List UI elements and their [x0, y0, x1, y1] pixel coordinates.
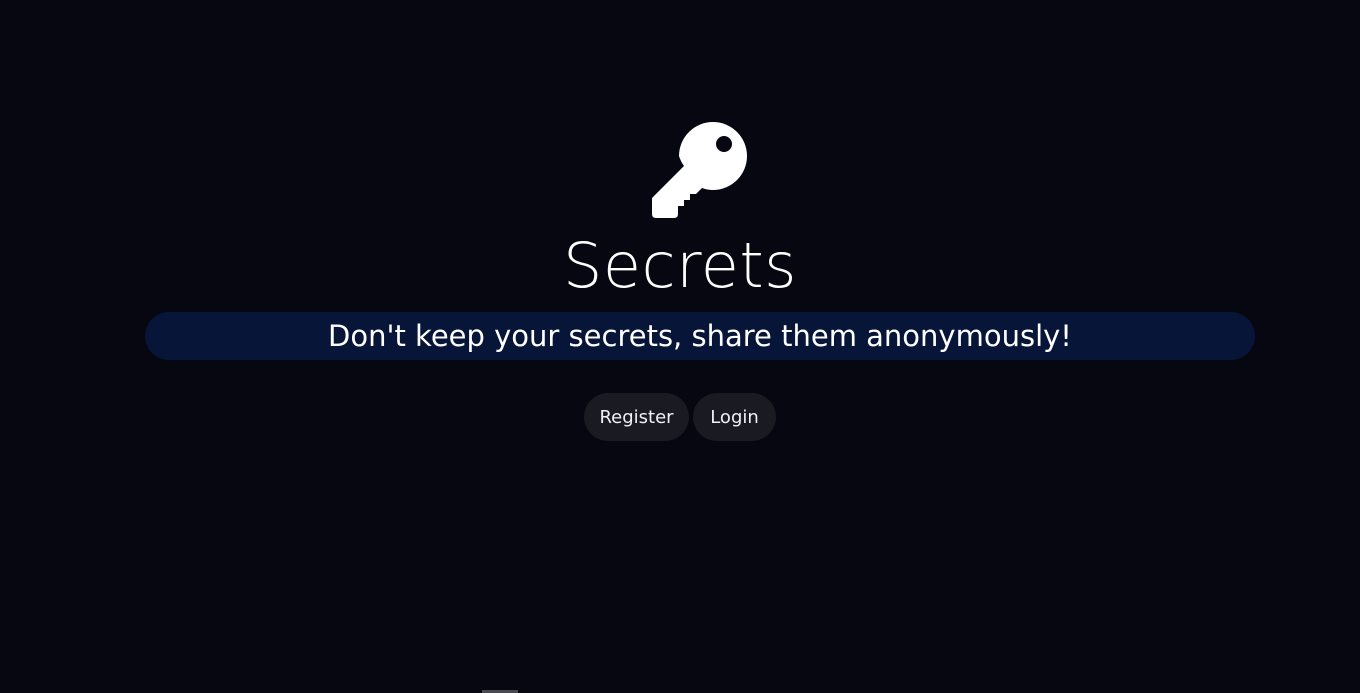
tagline-text: Don't keep your secrets, share them anon… [328, 319, 1072, 353]
page-title: Secrets [563, 229, 797, 302]
landing-page: Secrets Don't keep your secrets, share t… [0, 0, 1360, 693]
tagline-banner: Don't keep your secrets, share them anon… [145, 312, 1255, 360]
login-button[interactable]: Login [693, 393, 776, 441]
auth-actions: Register Login [0, 393, 1360, 441]
register-button[interactable]: Register [584, 393, 689, 441]
key-icon [652, 122, 747, 218]
